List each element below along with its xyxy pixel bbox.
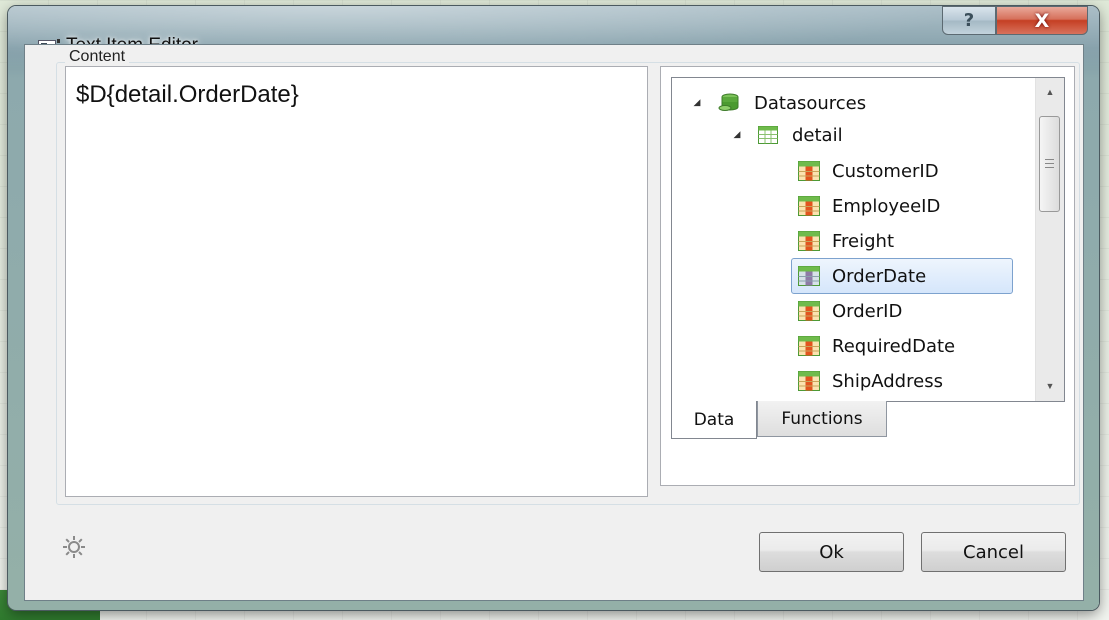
grip-line [1045,159,1054,160]
tree-node-datasources[interactable]: ◢ Datasources [690,88,867,118]
datasource-panel: ◢ Datasources ◢ detail CustomerID Employ… [660,66,1075,486]
field-label: CustomerID [832,160,939,182]
database-icon [718,93,739,111]
dialog-body: Content $D{detail.OrderDate} ◢ Datasourc… [24,44,1084,601]
content-legend: Content [65,48,130,66]
field-icon [798,371,820,391]
field-label: Freight [832,230,895,252]
tab-functions[interactable]: Functions [757,401,887,437]
field-label: OrderDate [832,265,927,287]
datasource-tree[interactable]: ◢ Datasources ◢ detail CustomerID Employ… [671,77,1065,402]
field-icon [798,301,820,321]
tree-field-orderid[interactable]: OrderID [798,296,902,326]
tree-scrollbar[interactable]: ▲ ▼ [1035,78,1064,401]
tree-field-requireddate[interactable]: RequiredDate [798,331,955,361]
field-icon [798,161,820,181]
grip-line [1045,167,1054,168]
table-icon [758,126,778,144]
field-label: RequiredDate [832,335,956,357]
field-icon [798,336,820,356]
scroll-thumb[interactable] [1039,116,1060,212]
scroll-down-icon[interactable]: ▼ [1036,374,1064,398]
tree-field-freight[interactable]: Freight [798,226,894,256]
tree-node-detail[interactable]: ◢ detail [730,120,843,150]
tree-node-label: Datasources [754,92,867,114]
field-icon [798,266,820,286]
content-editor[interactable]: $D{detail.OrderDate} [65,66,648,497]
gear-icon[interactable] [62,535,86,559]
field-label: ShipAddress [832,370,943,392]
field-label: EmployeeID [832,195,941,217]
tree-field-employeeid[interactable]: EmployeeID [798,191,940,221]
expand-triangle-icon[interactable]: ◢ [690,96,704,110]
field-icon [798,231,820,251]
tree-node-label: detail [792,124,843,146]
scroll-up-icon[interactable]: ▲ [1036,80,1064,104]
tree-field-shipaddress[interactable]: ShipAddress [798,366,943,396]
dialog-client-area: Content $D{detail.OrderDate} ◢ Datasourc… [8,6,1099,610]
ok-button[interactable]: Ok [759,532,904,572]
expand-triangle-icon[interactable]: ◢ [730,128,744,142]
tree-field-customerid[interactable]: CustomerID [798,156,939,186]
field-icon [798,196,820,216]
cancel-button[interactable]: Cancel [921,532,1066,572]
tree-field-orderdate[interactable]: OrderDate [798,261,926,291]
field-label: OrderID [832,300,903,322]
grip-line [1045,163,1054,164]
tab-data[interactable]: Data [671,401,757,439]
